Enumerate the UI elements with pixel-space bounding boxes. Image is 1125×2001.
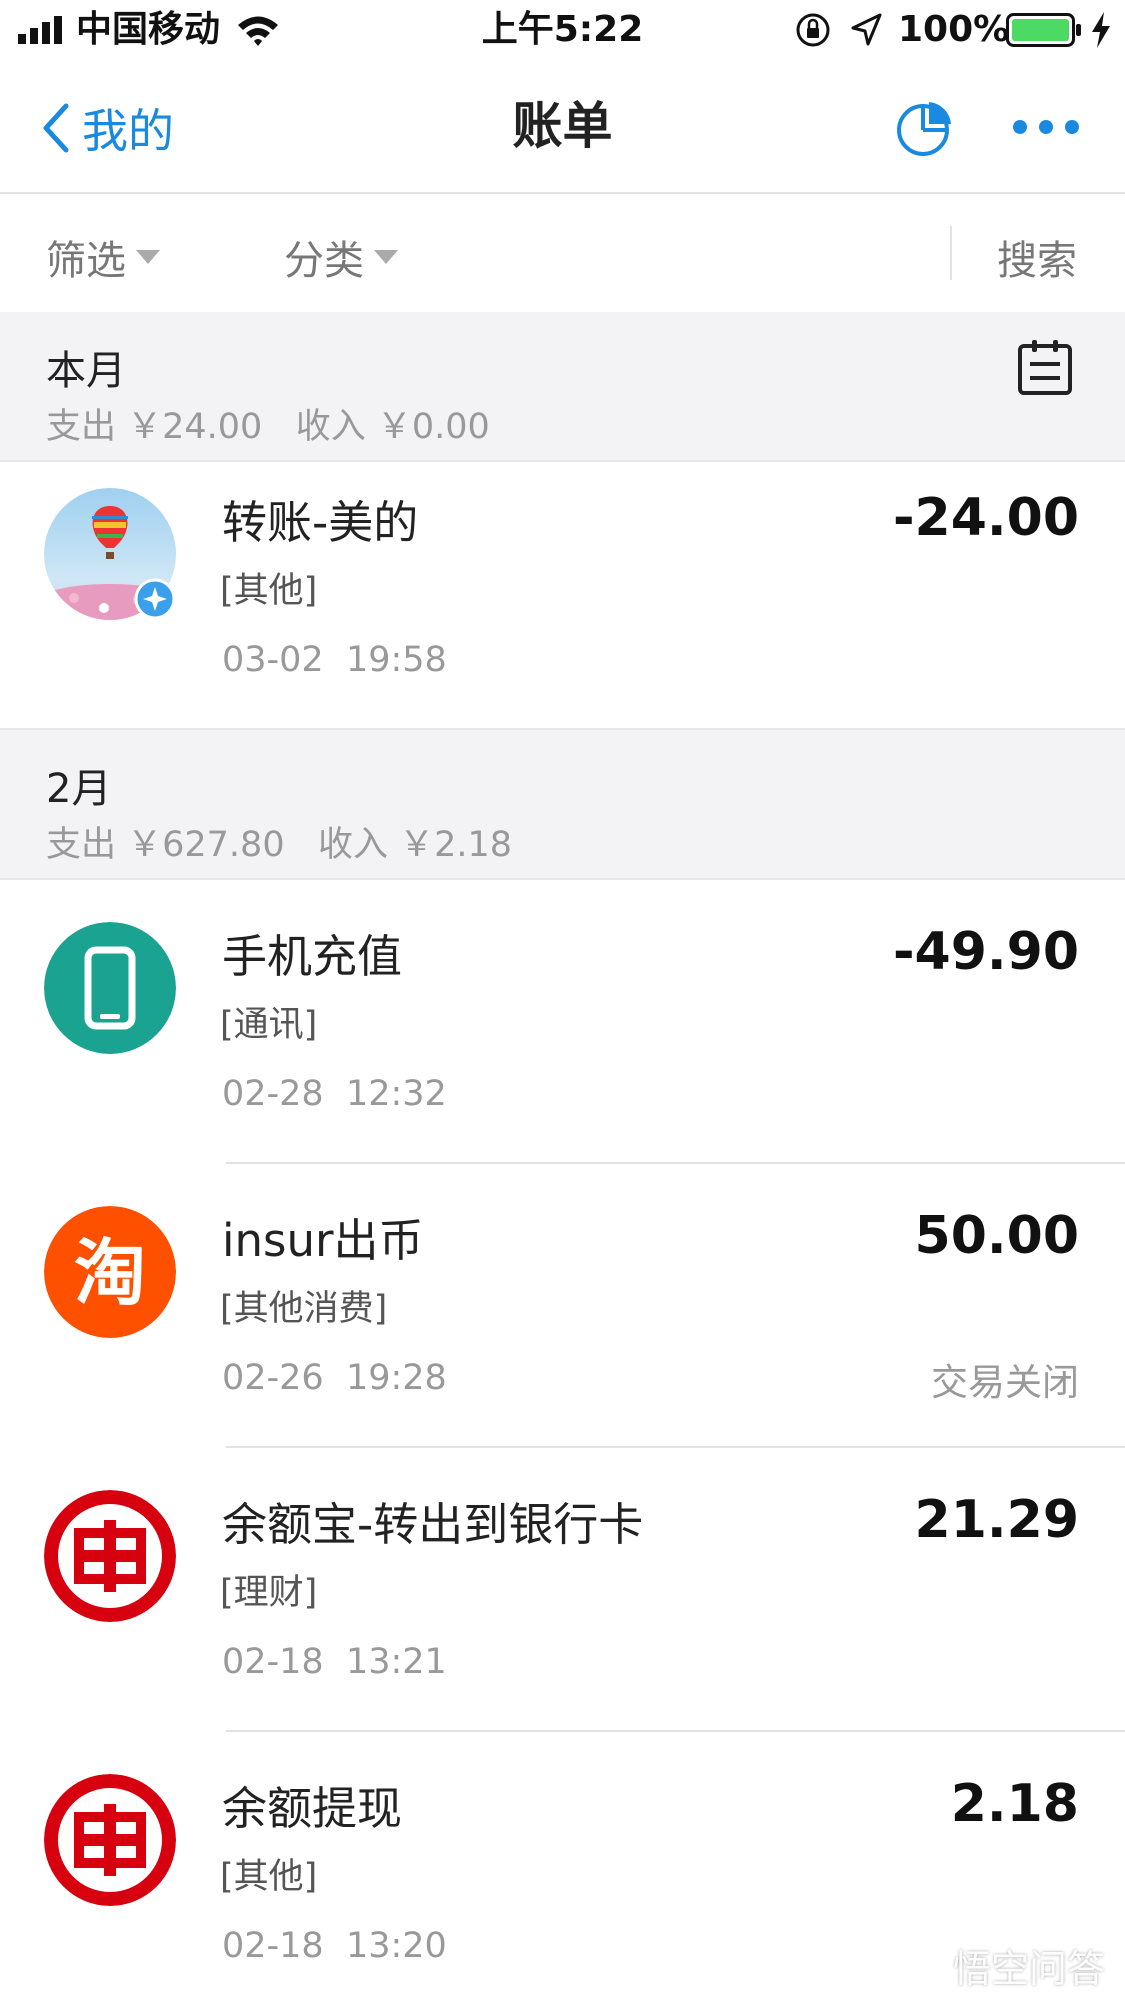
search-button[interactable]: 搜索 (997, 228, 1077, 286)
month-title: 本月 (46, 348, 126, 394)
month-title: 2月 (46, 766, 112, 812)
bill-row[interactable]: 手机充值 [通讯] 02-28 12:32 -49.90 (0, 896, 1125, 1162)
bill-row[interactable]: 转账-美的 [其他] 03-02 19:58 -24.00 (0, 462, 1125, 728)
row-divider (226, 1730, 1125, 1732)
taobao-icon: 淘 (44, 1206, 176, 1338)
location-arrow-icon (851, 13, 882, 46)
battery-percent: 100% (898, 9, 1010, 50)
navigation-bar: 我的 账单 (0, 62, 1125, 194)
status-bar: 中国移动 上午5:22 100% (0, 0, 1125, 62)
bill-title: insur出币 (222, 1214, 424, 1267)
filter-dropdown[interactable]: 筛选 (46, 228, 160, 286)
charging-bolt-icon (1092, 12, 1110, 48)
bill-category: [通讯] (220, 1005, 318, 1045)
divider (950, 226, 952, 280)
bill-row[interactable]: 淘 insur出币 [其他消费] 02-26 19:28 50.00 交易关闭 (0, 1180, 1125, 1446)
icbc-bank-icon (44, 1774, 176, 1906)
pie-chart-icon[interactable] (895, 98, 955, 158)
category-label: 分类 (284, 238, 364, 284)
bill-date: 02-26 19:28 (222, 1358, 447, 1398)
bill-date: 02-28 12:32 (222, 1074, 447, 1114)
verified-badge-icon (134, 578, 176, 620)
watermark-text: 悟空问答 (952, 1947, 1105, 1991)
bill-date: 03-02 19:58 (222, 640, 447, 680)
bill-amount: 50.00 (914, 1206, 1079, 1266)
bill-title: 余额宝-转出到银行卡 (222, 1498, 644, 1551)
bill-category: [其他] (220, 1857, 318, 1897)
bill-amount: -24.00 (892, 488, 1079, 548)
month-header-february: 2月 支出 ￥627.80 收入 ￥2.18 (0, 728, 1125, 880)
month-summary: 支出 ￥24.00 收入 ￥0.00 (46, 407, 490, 447)
bill-amount: 21.29 (914, 1490, 1079, 1550)
bill-title: 转账-美的 (222, 496, 419, 549)
filter-label: 筛选 (46, 238, 126, 284)
month-header-current: 本月 支出 ￥24.00 收入 ￥0.00 (0, 312, 1125, 462)
category-dropdown[interactable]: 分类 (284, 228, 398, 286)
filter-bar: 筛选 分类 搜索 (0, 194, 1125, 314)
bill-category: [其他消费] (220, 1289, 388, 1329)
watermark-logo-icon (907, 1957, 943, 1974)
row-divider (226, 1162, 1125, 1164)
bill-title: 余额提现 (222, 1782, 403, 1835)
bill-amount: 2.18 (950, 1774, 1079, 1834)
svg-text:淘: 淘 (74, 1231, 146, 1315)
bill-date: 02-18 13:21 (222, 1642, 447, 1682)
bill-category: [理财] (220, 1573, 318, 1613)
bill-amount: -49.90 (892, 922, 1079, 982)
bill-date: 02-18 13:20 (222, 1926, 447, 1966)
icbc-bank-icon (44, 1490, 176, 1622)
month-summary: 支出 ￥627.80 收入 ￥2.18 (46, 825, 513, 865)
bill-title: 手机充值 (222, 930, 403, 983)
watermark: 悟空问答 (905, 1938, 1105, 1993)
more-options-icon[interactable] (1010, 114, 1082, 140)
caret-down-icon (136, 250, 160, 264)
mobile-phone-icon (44, 922, 176, 1054)
bill-category: [其他] (220, 571, 318, 611)
calendar-icon[interactable] (1017, 338, 1073, 396)
bill-status: 交易关闭 (931, 1361, 1079, 1404)
orientation-lock-icon (796, 13, 830, 47)
page-title: 账单 (512, 97, 613, 155)
row-divider (226, 1446, 1125, 1448)
battery-icon (1006, 13, 1081, 47)
bill-row[interactable]: 余额宝-转出到银行卡 [理财] 02-18 13:21 21.29 (0, 1464, 1125, 1730)
caret-down-icon (374, 250, 398, 264)
